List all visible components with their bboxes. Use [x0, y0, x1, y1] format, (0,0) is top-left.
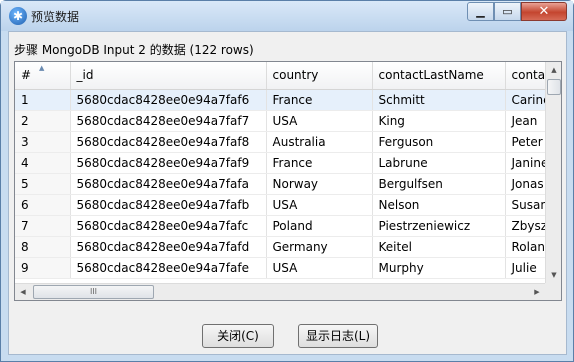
window-title: 预览数据: [31, 10, 80, 24]
close-button[interactable]: 关闭(C): [202, 324, 274, 348]
country-cell: France: [266, 89, 373, 111]
dialog-body: 步骤 MongoDB Input 2 的数据 (122 rows) # ▲ _id…: [8, 31, 567, 355]
scroll-down-icon[interactable]: ▼: [546, 267, 561, 283]
contact-last-name-cell: Keitel: [372, 236, 506, 258]
id-cell: 5680cdac8428ee0e94a7fafa: [70, 173, 267, 195]
scroll-up-icon[interactable]: ▲: [546, 62, 561, 78]
row-number-cell: 4: [15, 152, 71, 174]
preview-data-grid: #▲ _id country contactLastName contac 1 …: [14, 61, 562, 301]
table-row[interactable]: 5 5680cdac8428ee0e94a7fafa Norway Bergul…: [15, 173, 546, 195]
table-row[interactable]: 1 5680cdac8428ee0e94a7faf6 France Schmit…: [15, 89, 546, 111]
contact-first-name-cell: Jonas: [505, 173, 546, 195]
table-header-row: #▲ _id country contactLastName contac: [15, 62, 546, 90]
table-row[interactable]: 3 5680cdac8428ee0e94a7faf8 Australia Fer…: [15, 131, 546, 153]
contact-last-name-cell: Piestrzeniewicz: [372, 215, 506, 237]
row-number-cell: 1: [15, 89, 71, 111]
horizontal-scrollbar[interactable]: ◀ III ▶: [15, 283, 545, 300]
vertical-scroll-thumb[interactable]: [547, 79, 561, 95]
contact-last-name-cell: Ferguson: [372, 131, 506, 153]
minimize-button[interactable]: ▁: [467, 2, 494, 21]
country-cell: Australia: [266, 131, 373, 153]
column-header-country[interactable]: country: [266, 62, 373, 90]
show-log-button[interactable]: 显示日志(L): [298, 324, 378, 348]
maximize-button[interactable]: ▭: [494, 2, 521, 21]
country-cell: USA: [266, 257, 373, 279]
id-cell: 5680cdac8428ee0e94a7faf9: [70, 152, 267, 174]
country-cell: Norway: [266, 173, 373, 195]
row-number-cell: 3: [15, 131, 71, 153]
sort-ascending-icon: ▲: [39, 64, 45, 72]
preview-data-window: ✱ 预览数据 ▁ ▭ ✕ 步骤 MongoDB Input 2 的数据 (122…: [0, 0, 574, 362]
contact-first-name-cell: Peter: [505, 131, 546, 153]
table-row[interactable]: 6 5680cdac8428ee0e94a7fafb USA Nelson Su…: [15, 194, 546, 216]
id-cell: 5680cdac8428ee0e94a7fafd: [70, 236, 267, 258]
contact-last-name-cell: King: [372, 110, 506, 132]
contact-first-name-cell: Julie: [505, 257, 546, 279]
column-header-row-number[interactable]: # ▲: [15, 62, 71, 90]
row-number-cell: 7: [15, 215, 71, 237]
contact-last-name-cell: Murphy: [372, 257, 506, 279]
contact-last-name-cell: Bergulfsen: [372, 173, 506, 195]
country-cell: USA: [266, 110, 373, 132]
country-cell: Poland: [266, 215, 373, 237]
scrollbar-corner: [545, 283, 561, 300]
id-cell: 5680cdac8428ee0e94a7faf6: [70, 89, 267, 111]
row-number-cell: 8: [15, 236, 71, 258]
kettle-icon: ✱: [9, 7, 27, 25]
id-cell: 5680cdac8428ee0e94a7fafe: [70, 257, 267, 279]
contact-last-name-cell: Labrune: [372, 152, 506, 174]
table-row[interactable]: 4 5680cdac8428ee0e94a7faf9 France Labrun…: [15, 152, 546, 174]
data-table: #▲ _id country contactLastName contac 1 …: [15, 62, 546, 279]
id-cell: 5680cdac8428ee0e94a7faf7: [70, 110, 267, 132]
id-cell: 5680cdac8428ee0e94a7fafc: [70, 215, 267, 237]
country-cell: Germany: [266, 236, 373, 258]
table-row[interactable]: 9 5680cdac8428ee0e94a7fafe USA Murphy Ju…: [15, 257, 546, 279]
title-bar[interactable]: ✱ 预览数据 ▁ ▭ ✕: [1, 1, 573, 31]
close-window-button[interactable]: ✕: [521, 2, 567, 21]
column-header-contact-last-name[interactable]: contactLastName: [372, 62, 506, 90]
column-header-contact-first-name[interactable]: contac: [505, 62, 546, 90]
row-number-cell: 6: [15, 194, 71, 216]
step-rows-label: 步骤 MongoDB Input 2 的数据 (122 rows): [14, 43, 254, 57]
row-number-cell: 2: [15, 110, 71, 132]
row-number-cell: 9: [15, 257, 71, 279]
country-cell: USA: [266, 194, 373, 216]
contact-first-name-cell: Janine: [505, 152, 546, 174]
contact-first-name-cell: Carine: [505, 89, 546, 111]
id-cell: 5680cdac8428ee0e94a7fafb: [70, 194, 267, 216]
contact-first-name-cell: Zbyszek: [505, 215, 546, 237]
horizontal-scroll-thumb[interactable]: III: [33, 285, 154, 299]
contact-first-name-cell: Susan: [505, 194, 546, 216]
scroll-left-icon[interactable]: ◀: [15, 284, 31, 300]
table-row[interactable]: 7 5680cdac8428ee0e94a7fafc Poland Piestr…: [15, 215, 546, 237]
table-row[interactable]: 8 5680cdac8428ee0e94a7fafd Germany Keite…: [15, 236, 546, 258]
vertical-scrollbar[interactable]: ▲ ▼: [545, 62, 561, 283]
contact-last-name-cell: Nelson: [372, 194, 506, 216]
column-header-id[interactable]: _id: [70, 62, 267, 90]
scroll-right-icon[interactable]: ▶: [529, 284, 545, 300]
contact-first-name-cell: Roland: [505, 236, 546, 258]
row-number-cell: 5: [15, 173, 71, 195]
table-row[interactable]: 2 5680cdac8428ee0e94a7faf7 USA King Jean: [15, 110, 546, 132]
id-cell: 5680cdac8428ee0e94a7faf8: [70, 131, 267, 153]
country-cell: France: [266, 152, 373, 174]
contact-last-name-cell: Schmitt: [372, 89, 506, 111]
contact-first-name-cell: Jean: [505, 110, 546, 132]
